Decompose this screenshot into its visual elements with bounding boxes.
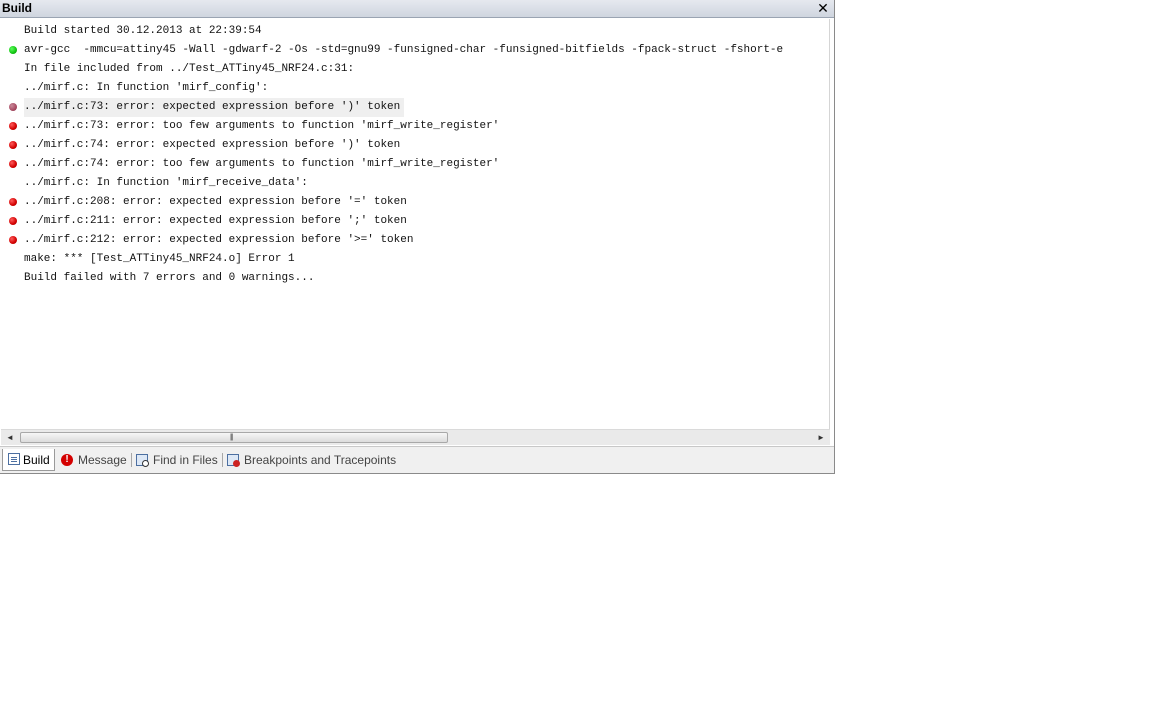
- tab-message-label: Message: [78, 453, 127, 467]
- error-marker-icon: [9, 217, 17, 225]
- build-window: Build ✕ Build started 30.12.2013 at 22:3…: [0, 0, 835, 474]
- horizontal-scrollbar[interactable]: ◄ ||| ►: [1, 429, 830, 445]
- document-icon: [8, 453, 20, 465]
- output-line[interactable]: Build started 30.12.2013 at 22:39:54: [1, 22, 829, 41]
- output-line-text: ../mirf.c:73: error: too few arguments t…: [24, 120, 500, 132]
- success-marker-icon: [9, 46, 17, 54]
- output-line-text: ../mirf.c:74: error: too few arguments t…: [24, 158, 500, 170]
- output-line-text: ../mirf.c:73: error: expected expression…: [24, 98, 405, 117]
- output-line-text: ../mirf.c: In function 'mirf_config':: [24, 82, 269, 94]
- error-marker-icon: [9, 103, 17, 111]
- output-line[interactable]: ../mirf.c:73: error: too few arguments t…: [1, 117, 829, 136]
- find-in-files-icon: [136, 454, 149, 467]
- output-line-text: ../mirf.c:211: error: expected expressio…: [24, 215, 407, 227]
- error-marker-icon: [9, 198, 17, 206]
- error-marker-icon: [9, 141, 17, 149]
- output-line[interactable]: avr-gcc -mmcu=attiny45 -Wall -gdwarf-2 -…: [1, 41, 829, 60]
- scroll-left-arrow-icon[interactable]: ◄: [2, 430, 18, 445]
- output-line[interactable]: ../mirf.c:73: error: expected expression…: [1, 98, 829, 117]
- output-line[interactable]: In file included from ../Test_ATTiny45_N…: [1, 60, 829, 79]
- tab-breakpoints[interactable]: Breakpoints and Tracepoints: [226, 450, 401, 470]
- output-line[interactable]: make: *** [Test_ATTiny45_NRF24.o] Error …: [1, 250, 829, 269]
- output-line[interactable]: ../mirf.c:208: error: expected expressio…: [1, 193, 829, 212]
- close-icon[interactable]: ✕: [816, 0, 830, 16]
- scroll-right-arrow-icon[interactable]: ►: [813, 430, 829, 445]
- output-line[interactable]: ../mirf.c:211: error: expected expressio…: [1, 212, 829, 231]
- output-line[interactable]: ../mirf.c: In function 'mirf_config':: [1, 79, 829, 98]
- tab-build-label: Build: [23, 453, 50, 467]
- error-marker-icon: [9, 122, 17, 130]
- build-output-pane[interactable]: Build started 30.12.2013 at 22:39:54 avr-…: [1, 19, 830, 429]
- tab-message[interactable]: ! Message: [60, 450, 130, 470]
- scrollbar-thumb[interactable]: |||: [20, 432, 448, 443]
- tab-separator: [222, 453, 223, 467]
- output-line-text: Build started 30.12.2013 at 22:39:54: [24, 25, 262, 37]
- output-line-text: ../mirf.c: In function 'mirf_receive_dat…: [24, 177, 308, 189]
- output-line[interactable]: ../mirf.c: In function 'mirf_receive_dat…: [1, 174, 829, 193]
- output-line[interactable]: ../mirf.c:74: error: too few arguments t…: [1, 155, 829, 174]
- output-line-text: ../mirf.c:212: error: expected expressio…: [24, 234, 414, 246]
- output-line[interactable]: ../mirf.c:74: error: expected expression…: [1, 136, 829, 155]
- tab-build[interactable]: Build: [2, 449, 55, 471]
- scrollbar-grip-icon: |||: [230, 434, 234, 441]
- output-line-text: make: *** [Test_ATTiny45_NRF24.o] Error …: [24, 253, 295, 265]
- tab-find-in-files[interactable]: Find in Files: [135, 450, 221, 470]
- output-tab-bar: Build ! Message Find in Files Breakpoint…: [0, 446, 834, 473]
- error-icon: !: [61, 454, 73, 466]
- output-line-text: avr-gcc -mmcu=attiny45 -Wall -gdwarf-2 -…: [24, 44, 784, 56]
- error-marker-icon: [9, 236, 17, 244]
- breakpoints-icon: [227, 454, 240, 467]
- output-line[interactable]: Build failed with 7 errors and 0 warning…: [1, 269, 829, 288]
- output-line-text: ../mirf.c:208: error: expected expressio…: [24, 196, 407, 208]
- window-title: Build: [2, 1, 32, 15]
- tab-breakpoints-label: Breakpoints and Tracepoints: [244, 453, 397, 467]
- tab-find-in-files-label: Find in Files: [153, 453, 218, 467]
- tab-separator: [131, 453, 132, 467]
- output-line[interactable]: ../mirf.c:212: error: expected expressio…: [1, 231, 829, 250]
- output-line-text: ../mirf.c:74: error: expected expression…: [24, 139, 401, 151]
- title-bar: Build ✕: [0, 0, 834, 18]
- error-marker-icon: [9, 160, 17, 168]
- output-line-text: Build failed with 7 errors and 0 warning…: [24, 272, 315, 284]
- output-line-text: In file included from ../Test_ATTiny45_N…: [24, 63, 355, 75]
